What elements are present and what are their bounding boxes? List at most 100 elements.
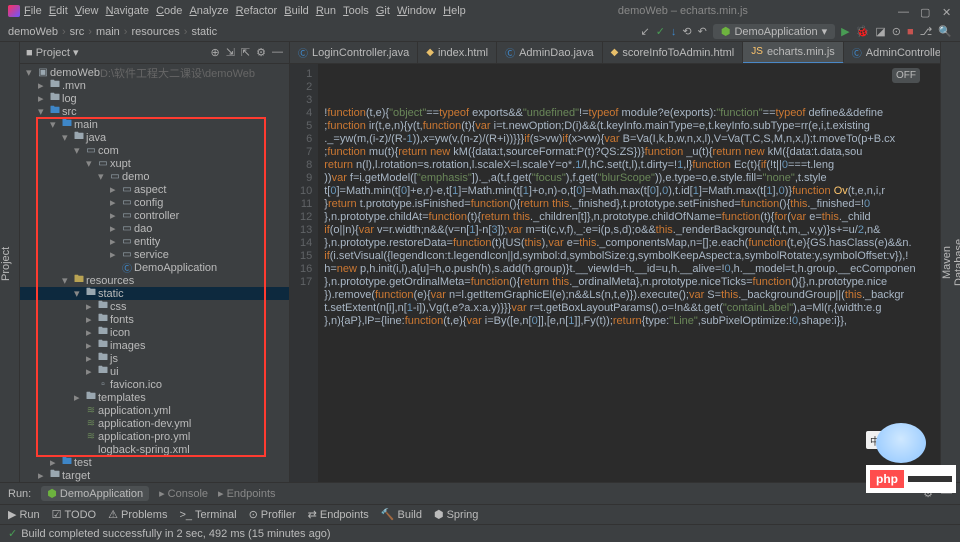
app-logo-icon	[8, 5, 20, 17]
tree-item-target[interactable]: ▸🖿 target	[20, 469, 289, 482]
tree-item-service[interactable]: ▸▭ service	[20, 248, 289, 261]
tree-item-application-dev-yml[interactable]: ≋ application-dev.yml	[20, 417, 289, 430]
editor-tab[interactable]: ◆ scoreInfoToAdmin.html	[603, 42, 744, 64]
right-tool-gutter: MavenDatabaseShell	[940, 42, 960, 482]
editor-tabs: Ⓒ LoginController.java◆ index.htmlⒸ Admi…	[290, 42, 940, 64]
bottom-tool-run[interactable]: ▶Run	[8, 508, 40, 521]
settings-icon[interactable]: ⚙	[256, 46, 266, 59]
commit-icon[interactable]: ✓	[656, 25, 665, 38]
coverage-button[interactable]: ◪	[875, 25, 885, 38]
run-config-tab[interactable]: ⬢ DemoApplication	[41, 486, 149, 501]
tree-item-xupt[interactable]: ▾▭ xupt	[20, 157, 289, 170]
history-icon[interactable]: ⟲	[682, 25, 691, 38]
menu-code[interactable]: Code	[154, 5, 184, 17]
project-view-selector[interactable]: ■ Project ▾	[26, 46, 79, 59]
tree-item-css[interactable]: ▸🖿 css	[20, 300, 289, 313]
tree-item-fonts[interactable]: ▸🖿 fonts	[20, 313, 289, 326]
tree-item-demo[interactable]: ▾▭ demo	[20, 170, 289, 183]
bottom-tool-terminal[interactable]: >_Terminal	[179, 509, 236, 521]
tool-maven[interactable]: Maven	[941, 42, 953, 482]
tree-item-demoapplication[interactable]: Ⓒ DemoApplication	[20, 261, 289, 274]
tree-item-controller[interactable]: ▸▭ controller	[20, 209, 289, 222]
breadcrumb-item[interactable]: resources	[131, 26, 179, 38]
menu-file[interactable]: File	[22, 5, 44, 17]
tree-item-com[interactable]: ▾▭ com	[20, 144, 289, 157]
run-tool-window-header: Run: ⬢ DemoApplication ▸ Console▸ Endpoi…	[0, 482, 960, 504]
bottom-tool-spring[interactable]: ⬢Spring	[434, 508, 478, 521]
menu-help[interactable]: Help	[441, 5, 468, 17]
menu-window[interactable]: Window	[395, 5, 438, 17]
breadcrumb-item[interactable]: src	[70, 26, 85, 38]
menu-build[interactable]: Build	[282, 5, 310, 17]
status-bar: ✓ Build completed successfully in 2 sec,…	[0, 524, 960, 542]
run-tab-endpoints[interactable]: ▸ Endpoints	[218, 487, 276, 500]
menu-analyze[interactable]: Analyze	[187, 5, 230, 17]
breadcrumb-item[interactable]: main	[96, 26, 120, 38]
bottom-tool-profiler[interactable]: ⊙Profiler	[249, 508, 296, 521]
vcs-branch-icon[interactable]: ↙	[640, 25, 649, 38]
profile-button[interactable]: ⊙	[892, 25, 901, 38]
editor-tab[interactable]: ◆ index.html	[418, 42, 497, 64]
bottom-tool-problems[interactable]: ⚠Problems	[108, 508, 167, 521]
editor-area: Ⓒ LoginController.java◆ index.htmlⒸ Admi…	[290, 42, 940, 482]
project-tool-button[interactable]: Project	[0, 46, 12, 482]
breadcrumb-item[interactable]: demoWeb	[8, 26, 58, 38]
editor-tab[interactable]: JS echarts.min.js	[743, 42, 844, 64]
git-tool-icon[interactable]: ⎇	[920, 25, 933, 38]
run-config-label: DemoApplication	[734, 26, 817, 38]
run-config-selector[interactable]: ⬢ DemoApplication ▾	[713, 24, 835, 39]
stop-button[interactable]: ■	[907, 26, 914, 38]
rollback-icon[interactable]: ↶	[698, 25, 707, 38]
tree-item-application-yml[interactable]: ≋ application.yml	[20, 404, 289, 417]
tree-item-dao[interactable]: ▸▭ dao	[20, 222, 289, 235]
bottom-tool-todo[interactable]: ☑TODO	[52, 508, 96, 521]
code-editor[interactable]: OFF !function(t,e){"object"==typeof expo…	[318, 64, 940, 482]
tree-item-ui[interactable]: ▸🖿 ui	[20, 365, 289, 378]
tree-item-application-pro-yml[interactable]: ≋ application-pro.yml	[20, 430, 289, 443]
inspection-badge[interactable]: OFF	[892, 68, 920, 83]
breadcrumb-item[interactable]: static	[191, 26, 217, 38]
select-opened-file-icon[interactable]: ⊕	[210, 46, 219, 59]
menu-run[interactable]: Run	[314, 5, 338, 17]
project-tree[interactable]: ▾▣ demoWeb D:\软件工程大二课设\demoWeb▸🖿 .mvn▸🖿 …	[20, 64, 289, 482]
tree-item-icon[interactable]: ▸🖿 icon	[20, 326, 289, 339]
minimize-icon[interactable]: —	[898, 6, 908, 16]
editor-tab[interactable]: Ⓒ AdminDao.java	[497, 42, 603, 64]
tree-item-images[interactable]: ▸🖿 images	[20, 339, 289, 352]
menu-refactor[interactable]: Refactor	[234, 5, 280, 17]
bottom-tool-endpoints[interactable]: ⇄Endpoints	[308, 508, 369, 521]
collapse-all-icon[interactable]: ⇱	[241, 46, 250, 59]
maximize-icon[interactable]: ▢	[920, 6, 930, 16]
tree-item-favicon-ico[interactable]: ▫ favicon.ico	[20, 378, 289, 391]
tree-item-templates[interactable]: ▸🖿 templates	[20, 391, 289, 404]
run-button[interactable]: ▶	[841, 25, 849, 38]
tool-database[interactable]: Database	[953, 42, 960, 482]
menu-git[interactable]: Git	[374, 5, 392, 17]
close-icon[interactable]: ✕	[942, 6, 952, 16]
spring-icon: ⬢	[47, 488, 57, 500]
tree-item-js[interactable]: ▸🖿 js	[20, 352, 289, 365]
debug-button[interactable]: 🐞	[856, 25, 870, 38]
editor-gutter: 1234567891011121314151617	[290, 64, 318, 482]
run-tab-console[interactable]: ▸ Console	[159, 487, 208, 500]
tree-item-config[interactable]: ▸▭ config	[20, 196, 289, 209]
menu-view[interactable]: View	[73, 5, 101, 17]
update-icon[interactable]: ↓	[671, 26, 677, 38]
menu-edit[interactable]: Edit	[47, 5, 70, 17]
chevron-down-icon: ▾	[822, 25, 828, 38]
menu-tools[interactable]: Tools	[341, 5, 371, 17]
tree-item-entity[interactable]: ▸▭ entity	[20, 235, 289, 248]
search-icon[interactable]: 🔍	[938, 25, 952, 38]
expand-all-icon[interactable]: ⇲	[226, 46, 235, 59]
breadcrumb[interactable]: demoWeb › src › main › resources › stati…	[8, 26, 217, 38]
tree-item-aspect[interactable]: ▸▭ aspect	[20, 183, 289, 196]
tree-item-resources[interactable]: ▾🖿 resources	[20, 274, 289, 287]
bottom-tool-build[interactable]: 🔨Build	[381, 508, 422, 521]
menu-navigate[interactable]: Navigate	[104, 5, 151, 17]
editor-tab[interactable]: Ⓒ AdminController.java	[844, 42, 940, 64]
status-message: Build completed successfully in 2 sec, 4…	[21, 528, 330, 540]
hide-panel-icon[interactable]: —	[272, 46, 283, 59]
editor-tab[interactable]: Ⓒ LoginController.java	[290, 42, 418, 64]
tree-item-main[interactable]: ▾🖿 main	[20, 118, 289, 131]
tree-item-static[interactable]: ▾🖿 static	[20, 287, 289, 300]
